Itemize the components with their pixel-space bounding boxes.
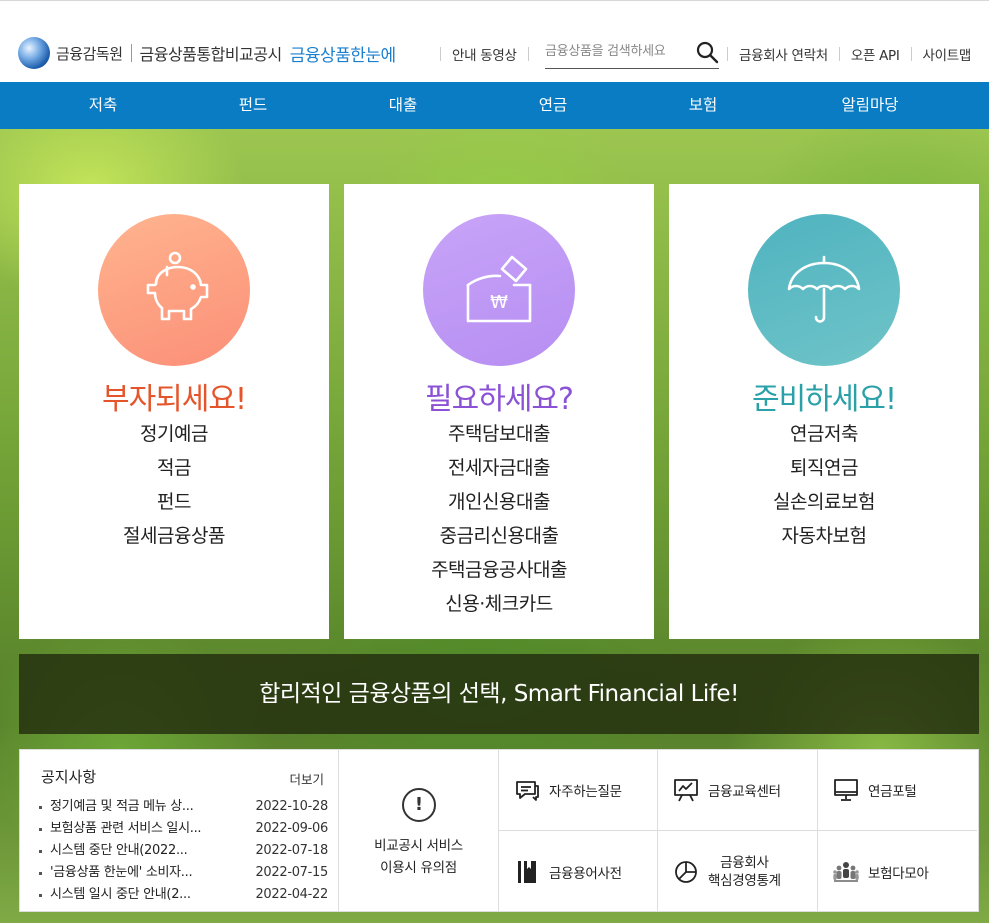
util-right: 금융회사 연락처 오픈 API 사이트맵 — [727, 39, 971, 69]
product-link[interactable]: 정기예금 — [19, 417, 329, 451]
notice-item-date: 2022-04-22 — [255, 887, 328, 902]
notice-item[interactable]: 정기예금 및 적금 메뉴 상... 2022-10-28 — [38, 796, 328, 818]
product-link[interactable]: 적금 — [19, 451, 329, 485]
monitor-icon — [834, 779, 858, 801]
notice-item-date: 2022-07-15 — [255, 865, 328, 880]
product-link[interactable]: 전세자금대출 — [344, 451, 654, 485]
card-title: 준비하세요! — [751, 382, 897, 417]
brand-name: 금융상품한눈에 — [289, 45, 396, 66]
util-divider — [727, 47, 728, 61]
product-link[interactable]: 실손의료보험 — [669, 485, 979, 519]
nav-insurance[interactable]: 보험 — [663, 82, 743, 129]
org-name: 금융감독원 — [56, 44, 123, 63]
quick-link-glossary[interactable]: 금융용어사전 — [499, 831, 658, 912]
chat-icon — [516, 781, 539, 801]
presentation-icon — [674, 779, 698, 802]
logo-divider — [130, 44, 132, 62]
notice-item-date: 2022-07-18 — [255, 843, 328, 858]
search-input[interactable] — [545, 37, 683, 65]
card-loans: ₩ 필요하세요? 주택담보대출 전세자금대출 개인신용대출 중금리신용대출 주택… — [344, 184, 654, 639]
notice-item[interactable]: 시스템 일시 중단 안내(2... 2022-04-22 — [38, 884, 328, 906]
quick-links: 자주하는질문 금융교육센터 연금포털 금융용어사전 금융회사 핵심경영통계 보험… — [499, 749, 979, 912]
notice-item[interactable]: 보험상품 관련 서비스 일시... 2022-09-06 — [38, 818, 328, 840]
product-link[interactable]: 주택담보대출 — [344, 417, 654, 451]
product-link[interactable]: 개인신용대출 — [344, 485, 654, 519]
notice-item-title[interactable]: 시스템 일시 중단 안내(2... — [38, 884, 238, 906]
notice-list: 정기예금 및 적금 메뉴 상... 2022-10-28 보험상품 관련 서비스 … — [38, 796, 328, 906]
quick-link-faq[interactable]: 자주하는질문 — [499, 750, 658, 831]
nav-pension[interactable]: 연금 — [513, 82, 593, 129]
caution-text: 비교공시 서비스 이용시 유의점 — [339, 835, 498, 879]
notice-item[interactable]: '금융상품 한눈에' 소비자... 2022-07-15 — [38, 862, 328, 884]
slogan-banner: 합리적인 금융상품의 선택, Smart Financial Life! — [19, 654, 979, 734]
notice-more-link[interactable]: 더보기 — [289, 769, 324, 788]
card-title: 필요하세요? — [425, 382, 574, 417]
site-logo[interactable]: 금융감독원 금융상품통합비교공시 금융상품한눈에 — [18, 37, 396, 69]
svg-text:₩: ₩ — [490, 292, 508, 313]
quick-link-label: 연금포털 — [868, 784, 917, 800]
nav-savings[interactable]: 저축 — [63, 82, 143, 129]
util-left: 안내 동영상 — [440, 39, 540, 69]
card-product-list: 연금저축 퇴직연금 실손의료보험 자동차보험 — [669, 417, 979, 553]
quick-link-education[interactable]: 금융교육센터 — [658, 750, 818, 831]
sitemap-link[interactable]: 사이트맵 — [923, 44, 972, 64]
notice-item-title[interactable]: 시스템 중단 안내(2022... — [38, 840, 238, 862]
notice-item-date: 2022-09-06 — [255, 821, 328, 836]
umbrella-icon — [748, 214, 900, 366]
util-divider — [527, 47, 529, 61]
quick-link-label: 금융용어사전 — [549, 865, 622, 882]
util-divider — [838, 47, 840, 61]
search-icon[interactable] — [695, 40, 719, 64]
util-divider — [910, 47, 912, 61]
product-link[interactable]: 퇴직연금 — [669, 451, 979, 485]
usage-caution-box[interactable]: ! 비교공시 서비스 이용시 유의점 — [339, 749, 499, 912]
util-divider — [440, 47, 441, 61]
exclamation-icon: ! — [402, 788, 436, 822]
notice-item[interactable]: 시스템 중단 안내(2022... 2022-07-18 — [38, 840, 328, 862]
product-link[interactable]: 중금리신용대출 — [344, 519, 654, 553]
product-link[interactable]: 절세금융상품 — [19, 519, 329, 553]
notice-item-title[interactable]: 정기예금 및 적금 메뉴 상... — [38, 796, 238, 818]
notice-item-title[interactable]: '금융상품 한눈에' 소비자... — [38, 862, 238, 884]
card-title: 부자되세요! — [101, 382, 247, 417]
nav-funds[interactable]: 펀드 — [213, 82, 293, 129]
card-pension: 준비하세요! 연금저축 퇴직연금 실손의료보험 자동차보험 — [669, 184, 979, 639]
quick-link-label: 금융회사 핵심경영통계 — [708, 854, 781, 889]
product-link[interactable]: 펀드 — [19, 485, 329, 519]
company-contacts-link[interactable]: 금융회사 연락처 — [739, 44, 828, 64]
product-link[interactable]: 자동차보험 — [669, 519, 979, 553]
notice-title: 공지사항 — [41, 768, 97, 786]
caution-line: 비교공시 서비스 — [374, 838, 463, 854]
money-box-icon: ₩ — [423, 214, 575, 366]
notice-item-title[interactable]: 보험상품 관련 서비스 일시... — [38, 818, 238, 840]
quick-link-statistics[interactable]: 금융회사 핵심경영통계 — [658, 831, 818, 912]
quick-link-label: 자주하는질문 — [549, 784, 622, 800]
caution-line: 이용시 유의점 — [380, 860, 457, 876]
nav-notices[interactable]: 알림마당 — [820, 82, 920, 129]
piggy-bank-icon — [98, 214, 250, 366]
product-link[interactable]: 연금저축 — [669, 417, 979, 451]
notice-item-date: 2022-10-28 — [255, 799, 328, 814]
book-icon — [518, 860, 536, 883]
pie-chart-icon — [675, 860, 697, 883]
open-api-link[interactable]: 오픈 API — [851, 44, 900, 64]
nav-loans[interactable]: 대출 — [363, 82, 443, 129]
fss-globe-icon — [18, 37, 50, 69]
site-header: 금융감독원 금융상품통합비교공시 금융상품한눈에 안내 동영상 금융회사 연락처… — [0, 0, 989, 82]
main-nav: 저축 펀드 대출 연금 보험 알림마당 — [0, 82, 989, 129]
product-link[interactable]: 신용·체크카드 — [344, 587, 654, 621]
notice-board: 공지사항 더보기 정기예금 및 적금 메뉴 상... 2022-10-28 보험상… — [19, 749, 339, 912]
product-link[interactable]: 주택금융공사대출 — [344, 553, 654, 587]
site-name: 금융상품통합비교공시 — [139, 45, 283, 64]
card-savings: 부자되세요! 정기예금 적금 펀드 절세금융상품 — [19, 184, 329, 639]
people-icon — [833, 861, 859, 882]
card-product-list: 정기예금 적금 펀드 절세금융상품 — [19, 417, 329, 553]
search-box — [545, 37, 719, 69]
card-product-list: 주택담보대출 전세자금대출 개인신용대출 중금리신용대출 주택금융공사대출 신용… — [344, 417, 654, 621]
quick-link-insurance-damoa[interactable]: 보험다모아 — [818, 831, 977, 912]
quick-link-label: 보험다모아 — [868, 865, 929, 882]
guide-video-link[interactable]: 안내 동영상 — [452, 44, 517, 64]
quick-link-label: 금융교육센터 — [708, 784, 781, 800]
quick-link-pension-portal[interactable]: 연금포털 — [818, 750, 977, 831]
